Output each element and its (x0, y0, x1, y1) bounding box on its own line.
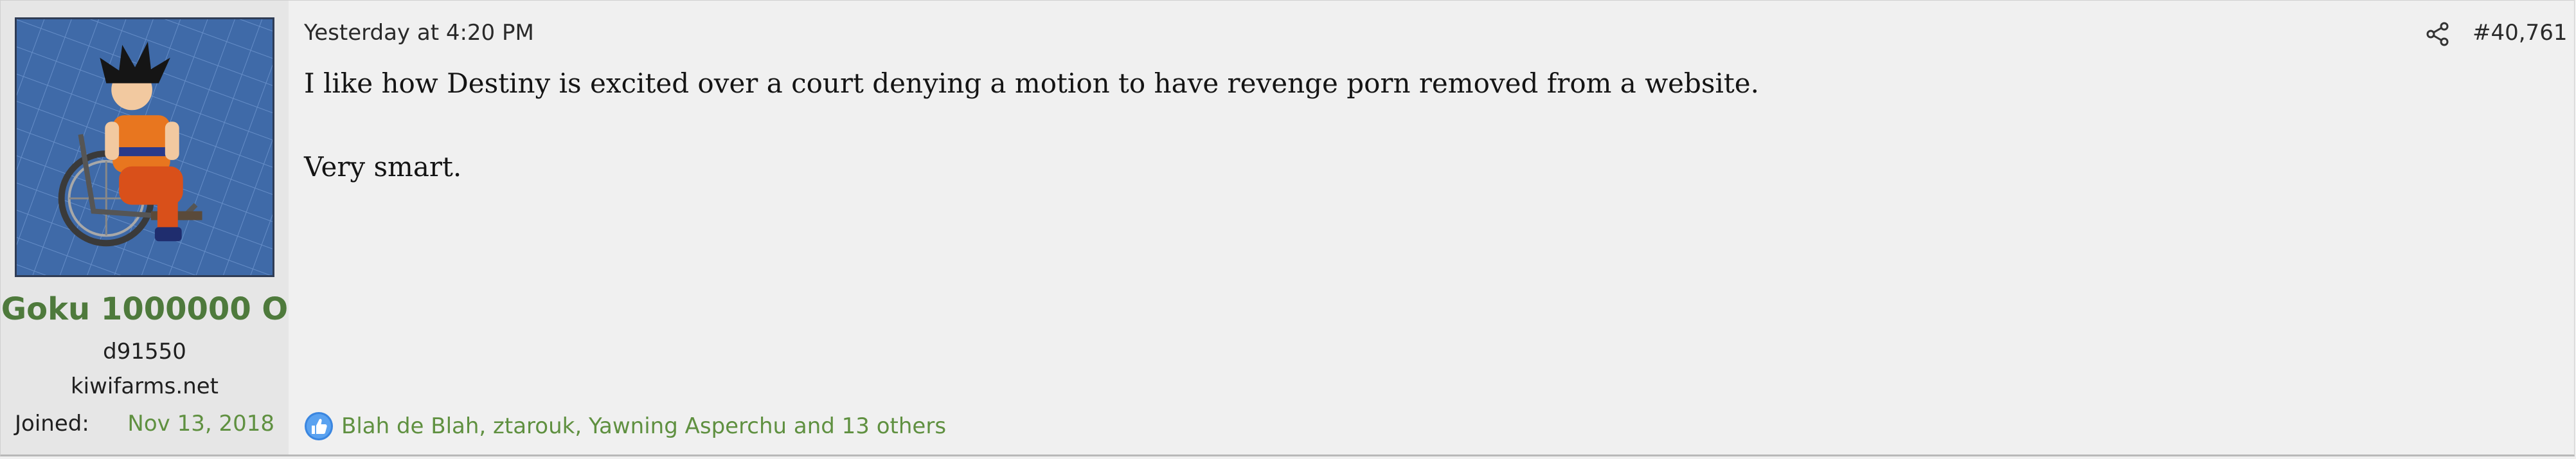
user-subtitle: kiwifarms.net (70, 374, 219, 399)
user-info-panel: Goku 1000000 O d91550 kiwifarms.net Join… (1, 1, 289, 455)
joined-date: Nov 13, 2018 (127, 411, 274, 437)
user-title: d91550 (103, 339, 186, 364)
like-icon (305, 412, 333, 440)
message-body-line: I like how Destiny is excited over a cou… (304, 68, 1759, 99)
avatar[interactable] (15, 17, 274, 277)
reaction-users-link[interactable]: Blah de Blah, ztarouk, Yawning Asperchu … (341, 413, 946, 439)
joined-label: Joined: (15, 411, 89, 437)
post-timestamp[interactable]: Yesterday at 4:20 PM (304, 20, 534, 46)
post-number-link[interactable]: #40,761 (2473, 20, 2567, 46)
share-icon[interactable] (2425, 21, 2451, 47)
reactions-bar[interactable]: Blah de Blah, ztarouk, Yawning Asperchu … (304, 411, 946, 442)
forum-post: Goku 1000000 O d91550 kiwifarms.net Join… (0, 0, 2575, 456)
message-body-line: Very smart. (304, 151, 462, 183)
goku-wheelchair-avatar-icon (17, 19, 273, 275)
username-link[interactable]: Goku 1000000 O (1, 291, 289, 327)
